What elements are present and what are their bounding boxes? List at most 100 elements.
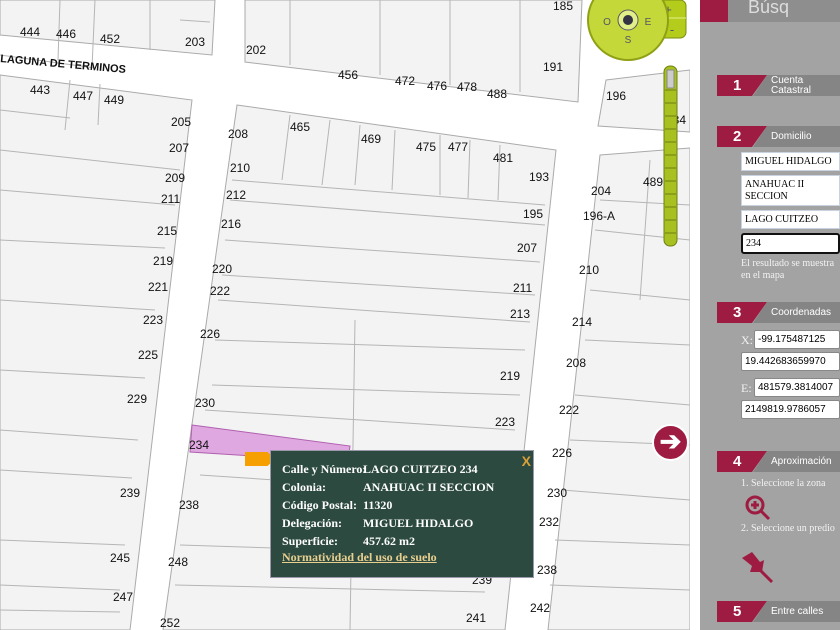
parcel-number-label: 207 — [169, 141, 189, 155]
search-panel: Búsq 1 Cuenta Catastral 2 Domicilio MIGUEL… — [690, 0, 840, 630]
pan-south-button[interactable]: S — [625, 35, 632, 46]
popup-row-street: Calle y Número:LAGO CUITZEO 234 — [282, 462, 478, 477]
parcel-number-label: 208 — [228, 127, 248, 141]
parcel-number-label: 215 — [157, 224, 177, 238]
pan-east-button[interactable]: E — [645, 17, 652, 28]
x-coordinate-input[interactable]: -99.175487125 — [754, 330, 840, 349]
parcel-number-label: 213 — [510, 307, 530, 321]
parcel-number-label: 456 — [338, 68, 358, 82]
field-label: Delegación: — [282, 516, 342, 530]
parcel-number-label: 469 — [361, 132, 381, 146]
parcel-number-label: 241 — [466, 611, 486, 625]
zoom-out-button[interactable]: - — [670, 22, 674, 37]
parcel-number-label: 252 — [160, 616, 180, 630]
parcel-number-label: 223 — [143, 313, 163, 327]
parcel-number-label: 196 — [606, 89, 626, 103]
calle-select[interactable]: LAGO CUITZEO — [741, 210, 840, 229]
parcel-number-label: 444 — [20, 25, 40, 39]
parcel-number-label: 239 — [120, 486, 140, 500]
field-label: Superficie: — [282, 534, 338, 548]
section-coordenadas[interactable]: 3 Coordenadas — [717, 302, 840, 323]
center-button[interactable] — [623, 15, 633, 25]
numero-input[interactable]: 234 — [741, 233, 840, 254]
parcel-number-label: 211 — [161, 192, 180, 206]
x-label: X: — [741, 333, 753, 347]
field-value: ANAHUAC II SECCION — [363, 480, 495, 494]
parcel-number-label: 223 — [495, 415, 515, 429]
pushpin-icon[interactable] — [740, 550, 776, 584]
map-view[interactable]: LAGUNA DE TERMINOS 444 446 452 203 202 456 472… — [0, 0, 690, 630]
parcel-number-label: 211 — [513, 281, 532, 295]
parcel-number-label: 212 — [226, 188, 246, 202]
parcel-number-label: 204 — [591, 184, 611, 198]
field-label: Colonia: — [282, 480, 327, 494]
field-value: LAGO CUITZEO 234 — [363, 462, 478, 476]
header-accent — [700, 0, 728, 22]
step1-text: 1. Seleccione la zona — [741, 478, 826, 489]
parcel-number-label: 191 — [543, 60, 563, 74]
parcel-number-label: 232 — [539, 515, 559, 529]
parcel-number-label: 248 — [168, 555, 188, 569]
parcel-number-label: 195 — [523, 207, 543, 221]
parcel-number-label: 208 — [566, 356, 586, 370]
domicilio-fields: MIGUEL HIDALGO ANAHUAC II SECCION LAGO C… — [741, 152, 840, 282]
section-entre-calles[interactable]: 5 Entre calles — [717, 601, 840, 622]
colonia-select[interactable]: ANAHUAC II SECCION — [741, 175, 840, 206]
parcel-number-label: 472 — [395, 74, 415, 88]
parcel-number-label: 209 — [165, 171, 185, 185]
section-title: Coordenadas — [753, 302, 840, 323]
parcel-number-label: 220 — [212, 262, 232, 276]
section-aproximacion[interactable]: 4 Aproximación — [717, 451, 840, 472]
parcel-number-label: 446 — [56, 27, 76, 41]
section-title: Domicilio — [753, 126, 840, 147]
pan-compass[interactable]: + - O E S — [587, 0, 687, 61]
parcel-number-label: 238 — [179, 498, 199, 512]
zoom-area-icon[interactable] — [744, 494, 774, 522]
popup-close-button[interactable]: X — [522, 453, 531, 469]
field-value: 11320 — [363, 498, 393, 512]
section-domicilio[interactable]: 2 Domicilio — [717, 126, 840, 147]
zoom-slider[interactable] — [663, 65, 678, 247]
parcel-number-label: 476 — [427, 79, 447, 93]
city-block — [0, 74, 193, 630]
parcel-number-label: 238 — [537, 563, 557, 577]
parcel-number-label: 214 — [572, 315, 592, 329]
street-name: LAGUNA DE TERMINOS — [0, 53, 126, 76]
parcel-number-label: 447 — [73, 89, 93, 103]
parcel-number-label: 234 — [189, 438, 209, 452]
y-coordinate-input[interactable]: 19.442683659970 — [741, 352, 840, 371]
land-use-link[interactable]: Normatividad del uso de suelo — [282, 550, 437, 565]
result-note: El resultado se muestra en el mapa — [741, 258, 835, 281]
popup-row-superficie: Superficie: 457.62 m2 — [282, 534, 415, 549]
delegacion-select[interactable]: MIGUEL HIDALGO — [741, 152, 840, 171]
step2-text: 2. Seleccione un predio — [741, 523, 835, 534]
parcel-number-label: 247 — [113, 590, 133, 604]
zoom-slider-handle[interactable] — [666, 69, 675, 89]
parcel-number-label: 230 — [547, 486, 567, 500]
pan-west-button[interactable]: O — [603, 17, 611, 28]
easting-input[interactable]: 481579.3814007 — [754, 378, 840, 397]
section-cuenta[interactable]: 1 Cuenta Catastral — [717, 75, 840, 96]
section-title: Aproximación — [753, 451, 840, 472]
e-label: E: — [741, 381, 752, 395]
parcel-number-label: 205 — [171, 115, 191, 129]
parcel-number-label: 489 — [643, 175, 663, 189]
parcel-number-label: 221 — [148, 280, 168, 294]
parcel-number-label: 203 — [185, 35, 205, 49]
next-arrow-button[interactable]: ➔ — [652, 424, 689, 461]
parcel-number-label: 207 — [517, 241, 537, 255]
section-title: Cuenta Catastral — [753, 75, 840, 96]
parcel-number-label: 443 — [30, 83, 50, 97]
parcel-number-label: 245 — [110, 551, 130, 565]
field-value: 457.62 m2 — [363, 534, 415, 548]
parcel-number-label: 210 — [579, 263, 599, 277]
parcel-number-label: 185 — [553, 0, 573, 13]
field-label: Código Postal: — [282, 498, 357, 512]
northing-input[interactable]: 2149819.9786057 — [741, 400, 840, 419]
parcel-number-label: 219 — [500, 369, 520, 383]
parcel-number-label: 202 — [246, 43, 266, 57]
parcel-number-label: 242 — [530, 601, 550, 615]
parcel-number-label: 216 — [221, 217, 241, 231]
panel-header: Búsq — [728, 0, 840, 22]
parcel-number-label: 222 — [210, 284, 230, 298]
